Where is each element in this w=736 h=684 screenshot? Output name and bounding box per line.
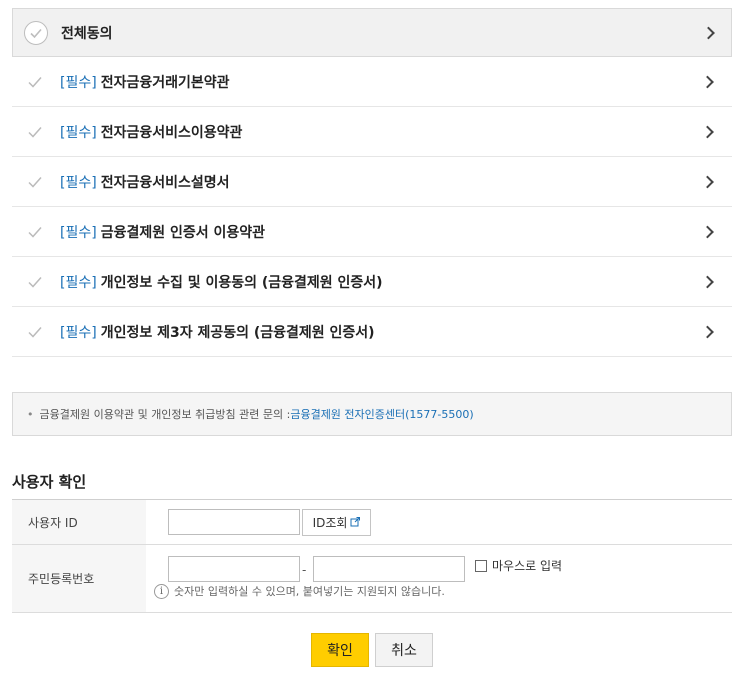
term-label: [필수] 전자금융서비스설명서: [60, 172, 230, 192]
user-id-label: 사용자 ID: [12, 500, 146, 544]
mouse-input-checkbox[interactable]: [475, 559, 487, 572]
term-title: 전자금융거래기본약관: [100, 74, 230, 91]
term-title: 전자금융서비스이용약관: [100, 124, 243, 141]
check-icon[interactable]: [28, 175, 42, 189]
term-row[interactable]: [필수] 개인정보 제3자 제공동의 (금융결제원 인증서): [12, 307, 732, 357]
bullet: •: [27, 407, 34, 421]
id-lookup-button[interactable]: ID조회: [302, 509, 371, 536]
agree-all-row[interactable]: 전체동의: [12, 8, 732, 57]
term-title: 개인정보 수집 및 이용동의 (금융결제원 인증서): [100, 274, 383, 291]
chevron-right-icon[interactable]: [702, 26, 715, 39]
term-label: [필수] 개인정보 수집 및 이용동의 (금융결제원 인증서): [60, 272, 383, 292]
check-circle-icon[interactable]: [24, 20, 48, 45]
info-icon: i: [154, 583, 169, 599]
term-row[interactable]: [필수] 전자금융서비스설명서: [12, 157, 732, 207]
chevron-right-icon[interactable]: [701, 275, 714, 288]
section-title: 사용자 확인: [12, 473, 87, 491]
term-row[interactable]: [필수] 전자금융서비스이용약관: [12, 107, 732, 157]
notice-text: 금융결제원 이용약관 및 개인정보 취급방침 관련 문의 :: [39, 408, 291, 421]
check-icon[interactable]: [28, 325, 42, 339]
agree-all-label: 전체동의: [61, 25, 113, 42]
id-lookup-label: ID조회: [312, 516, 348, 530]
chevron-right-icon[interactable]: [701, 75, 714, 88]
terms-list: [필수] 전자금융거래기본약관 [필수] 전자금융서비스이용약관 [필수] 전자금융서…: [12, 57, 732, 357]
inquiry-notice: • 금융결제원 이용약관 및 개인정보 취급방침 관련 문의 : 금융결제원 전…: [12, 392, 732, 436]
mouse-input-label: 마우스로 입력: [492, 559, 563, 573]
required-tag: [필수]: [60, 274, 97, 291]
rrn-label: 주민등록번호: [12, 545, 146, 612]
term-row[interactable]: [필수] 금융결제원 인증서 이용약관: [12, 207, 732, 257]
cancel-button[interactable]: 취소: [375, 633, 433, 667]
required-tag: [필수]: [60, 124, 97, 141]
check-icon[interactable]: [28, 225, 42, 239]
term-row[interactable]: [필수] 개인정보 수집 및 이용동의 (금융결제원 인증서): [12, 257, 732, 307]
rrn-front-input[interactable]: [168, 556, 300, 582]
term-title: 금융결제원 인증서 이용약관: [100, 224, 265, 241]
cert-center-link[interactable]: 금융결제원 전자인증센터(1577-5500): [290, 406, 473, 422]
chevron-right-icon[interactable]: [701, 325, 714, 338]
required-tag: [필수]: [60, 174, 97, 191]
term-label: [필수] 전자금융거래기본약관: [60, 72, 230, 92]
term-row[interactable]: [필수] 전자금융거래기본약관: [12, 57, 732, 107]
user-check-form: 사용자 ID ID조회 주민등록번호 - 마우스로 입력 i 숫자만 입력하실 …: [12, 499, 732, 613]
check-icon[interactable]: [28, 275, 42, 289]
term-label: [필수] 개인정보 제3자 제공동의 (금융결제원 인증서): [60, 322, 375, 342]
term-title: 개인정보 제3자 제공동의 (금융결제원 인증서): [100, 324, 375, 341]
hint-text: 숫자만 입력하실 수 있으며, 붙여넣기는 지원되지 않습니다.: [174, 585, 445, 598]
required-tag: [필수]: [60, 224, 97, 241]
confirm-button[interactable]: 확인: [311, 633, 369, 667]
check-icon[interactable]: [28, 75, 42, 89]
mouse-input-option[interactable]: 마우스로 입력: [475, 557, 562, 574]
required-tag: [필수]: [60, 74, 97, 91]
term-label: [필수] 전자금융서비스이용약관: [60, 122, 242, 142]
chevron-right-icon[interactable]: [701, 175, 714, 188]
chevron-right-icon[interactable]: [701, 225, 714, 238]
rrn-back-input[interactable]: [313, 556, 465, 582]
rrn-separator: -: [302, 563, 307, 577]
required-tag: [필수]: [60, 324, 97, 341]
input-hint: i 숫자만 입력하실 수 있으며, 붙여넣기는 지원되지 않습니다.: [154, 583, 445, 599]
term-title: 전자금융서비스설명서: [100, 174, 230, 191]
check-icon[interactable]: [28, 125, 42, 139]
rrn-row: 주민등록번호 - 마우스로 입력 i 숫자만 입력하실 수 있으며, 붙여넣기는…: [12, 545, 732, 613]
user-id-row: 사용자 ID ID조회: [12, 500, 732, 545]
user-id-input[interactable]: [168, 509, 300, 535]
term-label: [필수] 금융결제원 인증서 이용약관: [60, 222, 265, 242]
chevron-right-icon[interactable]: [701, 125, 714, 138]
external-link-icon: [350, 516, 361, 530]
